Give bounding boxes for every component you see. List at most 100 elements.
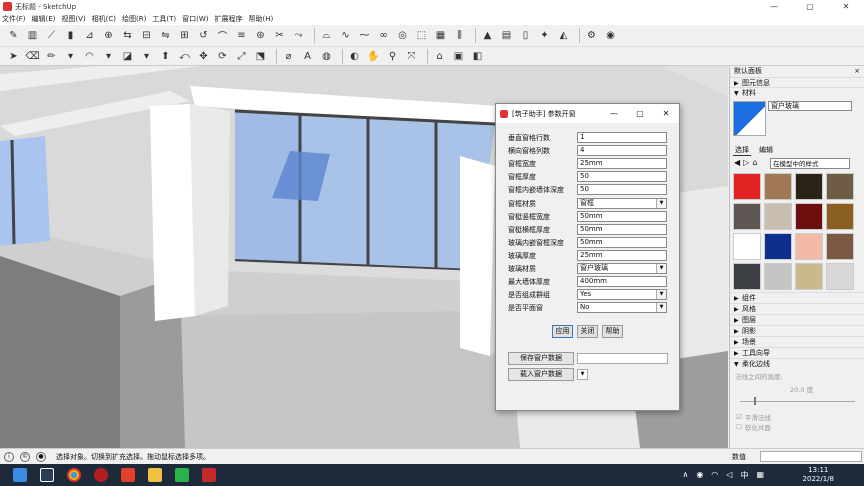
- material-swatch[interactable]: [764, 233, 792, 260]
- align-tool-icon[interactable]: ⊟: [139, 28, 154, 43]
- grid-tool-icon[interactable]: ▦: [433, 28, 448, 43]
- rotate-icon[interactable]: ⟳: [215, 49, 230, 64]
- offset-icon[interactable]: ⤺: [177, 49, 192, 64]
- follow-me-icon[interactable]: ⬔: [253, 49, 268, 64]
- checkbox-icon[interactable]: ☐: [736, 423, 742, 431]
- wall-tool-icon[interactable]: ▥: [25, 28, 40, 43]
- dropdown-chevron-icon[interactable]: ▾: [63, 49, 78, 64]
- dropdown-chevron-icon[interactable]: ▾: [101, 49, 116, 64]
- chevron-up-icon[interactable]: ∧: [682, 470, 688, 481]
- text-tool-icon[interactable]: A: [300, 49, 315, 64]
- push-pull-icon[interactable]: ⬆: [158, 49, 173, 64]
- param-input[interactable]: 25mm: [577, 158, 667, 170]
- credits-icon[interactable]: ©: [20, 451, 30, 462]
- load-data-dropdown[interactable]: ▼: [577, 369, 588, 380]
- section-scenes[interactable]: ▶ 场景: [730, 336, 864, 346]
- window-data-name-input[interactable]: [577, 353, 668, 364]
- menu-edit[interactable]: 编辑(E): [32, 14, 56, 24]
- menu-window[interactable]: 窗口(W): [182, 14, 208, 24]
- material-swatch[interactable]: [733, 233, 761, 260]
- param-input[interactable]: 50mm: [577, 236, 667, 248]
- menu-help[interactable]: 帮助(H): [248, 14, 273, 24]
- load-window-data-button[interactable]: 载入窗户数据: [508, 368, 574, 381]
- slider-handle[interactable]: [754, 397, 756, 405]
- geo-location-icon[interactable]: i: [4, 451, 14, 462]
- soften-coplanar-option[interactable]: ☐ 软化共面: [736, 422, 771, 432]
- material-swatch[interactable]: [733, 203, 761, 230]
- material-swatch[interactable]: [795, 203, 823, 230]
- eraser-icon[interactable]: ⌫: [25, 49, 40, 64]
- material-name-field[interactable]: 窗户玻璃: [768, 101, 852, 111]
- material-swatch[interactable]: [826, 173, 854, 200]
- offset-tool-icon[interactable]: ⇆: [120, 28, 135, 43]
- chrome-icon[interactable]: [67, 468, 81, 482]
- tab-edit[interactable]: 编辑: [757, 145, 775, 156]
- param-select[interactable]: 窗框: [577, 197, 667, 209]
- wifi-icon[interactable]: ◠: [711, 470, 718, 481]
- select-arrow-icon[interactable]: ➤: [6, 49, 21, 64]
- menu-tools[interactable]: 工具(T): [152, 14, 176, 24]
- home-icon[interactable]: ⌂: [752, 158, 757, 167]
- shape-tool-icon[interactable]: ◪: [120, 49, 135, 64]
- section-styles[interactable]: ▶ 风格: [730, 303, 864, 313]
- fillet-tool-icon[interactable]: ⌒: [215, 28, 230, 43]
- section-layers[interactable]: ▶ 图层: [730, 314, 864, 324]
- light-tool-icon[interactable]: ✦: [537, 28, 552, 43]
- dialog-maximize-button[interactable]: ▢: [627, 104, 653, 123]
- dropdown-chevron-icon[interactable]: ▾: [139, 49, 154, 64]
- move-icon[interactable]: ✥: [196, 49, 211, 64]
- settings-tool-icon[interactable]: ⚙: [584, 28, 599, 43]
- roof-tool-icon[interactable]: ▲: [480, 28, 495, 43]
- extrude-tool-icon[interactable]: ⬚: [414, 28, 429, 43]
- menu-draw[interactable]: 绘图(R): [122, 14, 146, 24]
- rail-tool-icon[interactable]: ⫼: [452, 28, 467, 43]
- measurements-input[interactable]: [760, 451, 862, 462]
- close-dialog-button[interactable]: 关闭: [577, 325, 598, 338]
- help-button[interactable]: 帮助: [602, 325, 623, 338]
- layout-icon[interactable]: ◧: [470, 49, 485, 64]
- line-tool-icon[interactable]: ✏: [44, 49, 59, 64]
- minimize-button[interactable]: —: [756, 0, 792, 13]
- soft-angle-slider[interactable]: [740, 397, 855, 405]
- spline-tool-icon[interactable]: ∿: [338, 28, 353, 43]
- material-swatch[interactable]: [795, 173, 823, 200]
- pipe-tool-icon[interactable]: ⊕: [101, 28, 116, 43]
- param-input[interactable]: 50: [577, 184, 667, 196]
- pencil-tool-icon[interactable]: ✎: [6, 28, 21, 43]
- column-tool-icon[interactable]: ▮: [63, 28, 78, 43]
- pan-icon[interactable]: ✋: [366, 49, 381, 64]
- material-swatch[interactable]: [764, 173, 792, 200]
- section-components[interactable]: ▶ 组件: [730, 292, 864, 302]
- material-swatch[interactable]: [795, 233, 823, 260]
- checkbox-checked-icon[interactable]: ☑: [736, 413, 742, 421]
- window-tool-icon[interactable]: ⊞: [177, 28, 192, 43]
- sketchup-taskbar-icon[interactable]: [202, 468, 216, 482]
- section-materials[interactable]: ▼ 材料: [730, 87, 864, 97]
- node-tool-icon[interactable]: ⊛: [253, 28, 268, 43]
- section-shadows[interactable]: ▶ 阴影: [730, 325, 864, 335]
- info-tool-icon[interactable]: ◉: [603, 28, 618, 43]
- windows-start-icon[interactable]: [13, 468, 27, 482]
- maximize-button[interactable]: ▢: [792, 0, 828, 13]
- shade-tool-icon[interactable]: ◭: [556, 28, 571, 43]
- zoom-extents-icon[interactable]: ⤧: [404, 49, 419, 64]
- paint-bucket-icon[interactable]: ◍: [319, 49, 334, 64]
- save-window-data-button[interactable]: 保存窗户数据: [508, 352, 574, 365]
- beam-tool-icon[interactable]: ⟋: [44, 28, 59, 43]
- dialog-close-button[interactable]: ✕: [653, 104, 679, 123]
- param-select[interactable]: No: [577, 302, 667, 314]
- material-collection-select[interactable]: 在模型中的样式: [770, 158, 850, 169]
- zoom-icon[interactable]: ⚲: [385, 49, 400, 64]
- trim-tool-icon[interactable]: ✂: [272, 28, 287, 43]
- search-icon[interactable]: [40, 468, 54, 482]
- door-tool-icon[interactable]: ▯: [518, 28, 533, 43]
- warehouse-icon[interactable]: ⌂: [432, 49, 447, 64]
- app-icon[interactable]: [121, 468, 135, 482]
- forward-arrow-icon[interactable]: ▷: [743, 158, 749, 167]
- material-swatch[interactable]: [764, 203, 792, 230]
- bend-tool-icon[interactable]: ⤳: [291, 28, 306, 43]
- smooth-normals-option[interactable]: ☑ 平滑法线: [736, 412, 771, 422]
- param-select[interactable]: 窗户玻璃: [577, 263, 667, 274]
- section-entity-info[interactable]: ▶ 图元信息: [730, 77, 864, 87]
- section-soften-edges[interactable]: ▼ 柔化边线: [730, 358, 864, 368]
